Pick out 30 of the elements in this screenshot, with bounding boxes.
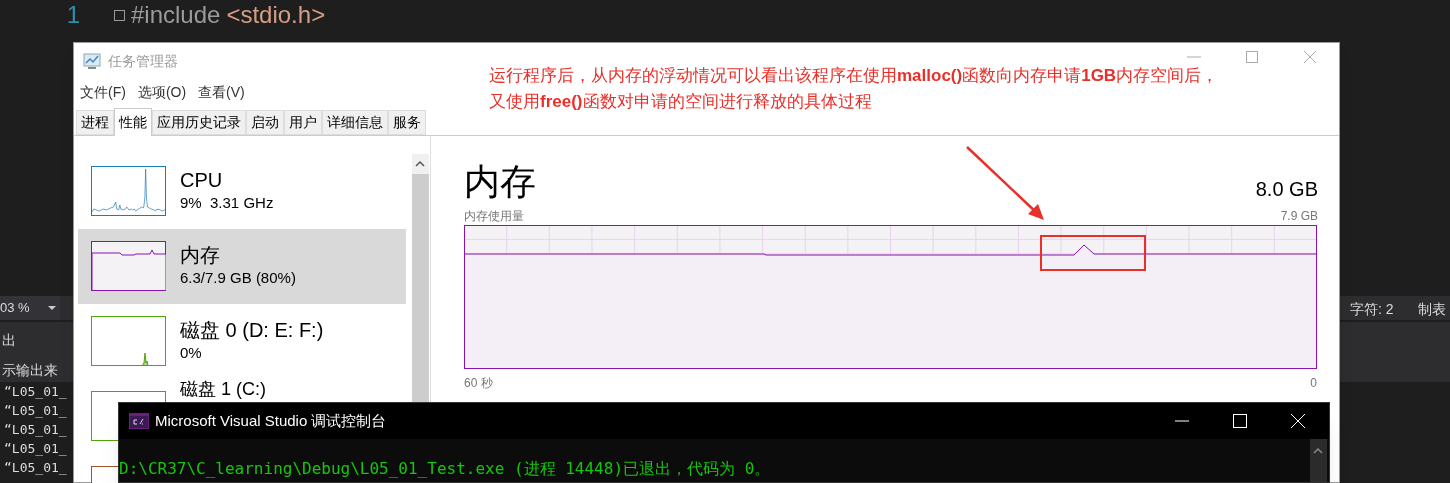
total-memory: 8.0 GB xyxy=(1255,177,1318,202)
toolbar-label: 示输出来 xyxy=(2,361,58,380)
code-text: <stdio.h> xyxy=(226,0,326,30)
panel-heading: 内存 xyxy=(464,162,536,202)
resource-name: 磁盘 1 (C:) xyxy=(180,379,266,399)
resource-detail: 9% 3.31 GHz xyxy=(180,193,274,213)
resource-detail: 0% xyxy=(180,343,203,363)
graph-label: 内存使用量 xyxy=(464,208,524,223)
code-text: #include xyxy=(131,0,221,30)
annotation-text: 运行程序后，从内存的浮动情况可以看出该程序在使用malloc()函数向内存申请1GB内存空间后， xyxy=(489,65,1219,87)
status-text: 字符: 2 xyxy=(1350,300,1394,319)
status-text: 制表 xyxy=(1418,300,1446,319)
output-line: “L05_01_ xyxy=(4,402,67,420)
panel-title: 出 xyxy=(2,331,16,350)
annotation-text: 又使用free()函数对申请的空间进行释放的具体过程 xyxy=(489,91,873,113)
window-title: Microsoft Visual Studio 调试控制台 xyxy=(155,410,387,431)
console-line: D:\CR37\C_learning\Debug\L05_01_Test.exe (进程 14448)已退出，代码为 0。 xyxy=(119,459,772,479)
axis-label: 0 xyxy=(1310,375,1317,392)
line-number: 1 xyxy=(66,0,80,30)
resource-name: 磁盘 0 (D: E: F:) xyxy=(180,318,324,342)
resource-name: CPU xyxy=(180,168,224,192)
output-line: “L05_01_ xyxy=(4,440,67,458)
resource-detail: 6.3/7.9 GB (80%) xyxy=(180,268,296,288)
graph-label: 7.9 GB xyxy=(1280,208,1318,223)
window-title: 任务管理器 xyxy=(108,51,178,71)
output-line: “L05_01_ xyxy=(4,383,67,401)
axis-label: 60 秒 xyxy=(464,375,493,392)
output-line: “L05_01_ xyxy=(4,421,67,439)
output-line: “L05_01_ xyxy=(4,459,67,477)
resource-name: 内存 xyxy=(180,243,221,267)
